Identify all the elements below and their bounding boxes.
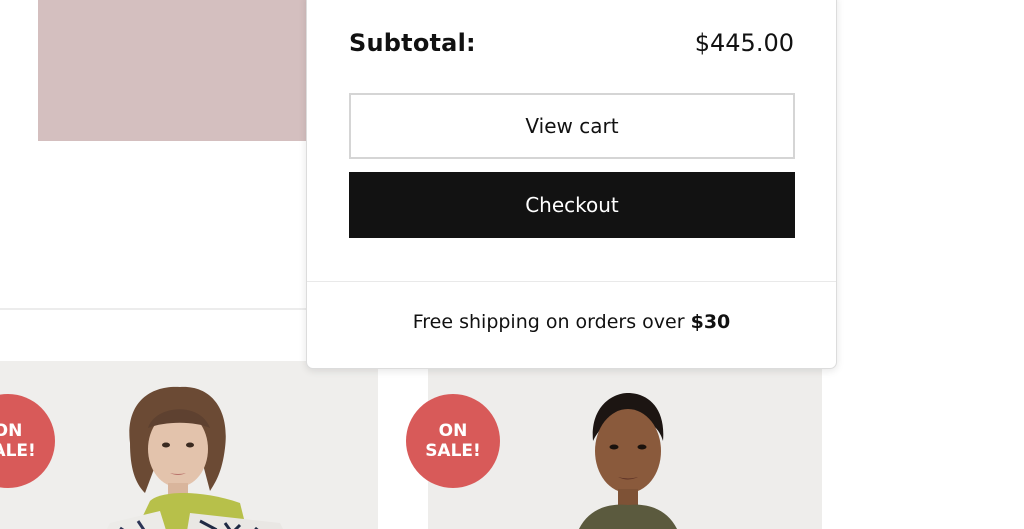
checkout-button[interactable]: Checkout: [349, 172, 795, 238]
sale-badge-line: ON: [438, 421, 468, 441]
sale-badge-line: SALE!: [0, 441, 36, 461]
free-shipping-note: Free shipping on orders over $30: [307, 311, 836, 333]
free-shipping-text: Free shipping on orders over: [412, 311, 685, 333]
checkout-label: Checkout: [525, 193, 619, 217]
subtotal-label: Subtotal:: [349, 29, 476, 57]
mini-cart-dropdown: Subtotal: $445.00 View cart Checkout Fre…: [306, 0, 837, 369]
free-shipping-threshold: $30: [690, 311, 731, 333]
view-cart-label: View cart: [525, 114, 619, 138]
sale-badge-line: ON: [0, 421, 23, 441]
panel-divider: [307, 281, 836, 282]
product-image[interactable]: [578, 391, 738, 529]
page: ON SALE! ON SALE! Subtotal: $445.00 View…: [0, 0, 1024, 529]
view-cart-button[interactable]: View cart: [349, 93, 795, 159]
sale-badge-line: SALE!: [425, 441, 481, 461]
sale-badge: ON SALE!: [406, 394, 500, 488]
product-card[interactable]: [0, 361, 378, 529]
subtotal-amount: $445.00: [694, 29, 794, 57]
hero-image[interactable]: [38, 0, 338, 141]
product-image[interactable]: [90, 383, 290, 529]
section-divider: [0, 308, 310, 310]
